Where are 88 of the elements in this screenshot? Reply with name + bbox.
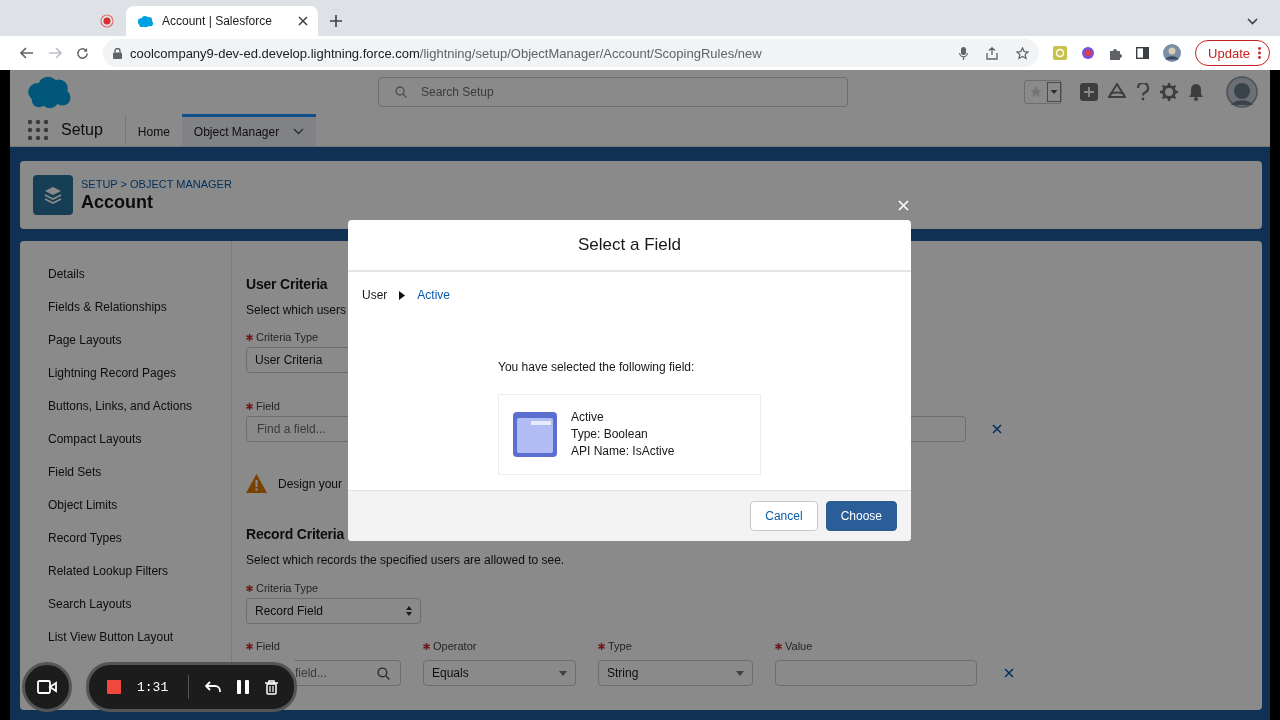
- sidebar-item[interactable]: Fields & Relationships: [20, 291, 231, 324]
- settings-icon[interactable]: [1160, 83, 1178, 101]
- field-label: Type: [608, 640, 632, 652]
- breadcrumb[interactable]: SETUP > OBJECT MANAGER: [81, 177, 232, 190]
- chevron-down-icon[interactable]: [1247, 18, 1258, 25]
- star-icon[interactable]: [1016, 46, 1030, 60]
- reload-icon[interactable]: [76, 46, 89, 60]
- api-name: API Name: IsActive: [571, 443, 675, 460]
- sidebar-item[interactable]: Record Types: [20, 522, 231, 555]
- updown-arrows-icon: [406, 606, 412, 616]
- video-camera-icon: [37, 680, 57, 694]
- field-name: Active: [571, 409, 605, 426]
- close-icon[interactable]: [298, 16, 308, 26]
- sidebar-item[interactable]: Related Lookup Filters: [20, 555, 231, 588]
- folder-icon: [513, 412, 557, 457]
- caret-down-icon: [559, 670, 567, 676]
- puzzle-icon[interactable]: [1109, 46, 1123, 60]
- section-title: Record Criteria: [246, 525, 345, 543]
- dialog-title: Select a Field: [348, 220, 911, 272]
- operator-select[interactable]: Equals: [423, 660, 576, 686]
- field-label: Field: [256, 640, 280, 652]
- address-bar[interactable]: coolcompany9-dev-ed.develop.lightning.force.com/lightning/setup/ObjectManager/Account/ScopingRules/new: [103, 39, 1040, 67]
- chevron-down-icon: [293, 128, 305, 135]
- field-type: Type: Boolean: [571, 426, 649, 443]
- caret-down-icon: [1047, 82, 1061, 102]
- more-vertical-icon: [1258, 47, 1261, 59]
- criteria-type-select[interactable]: Record Field: [246, 598, 421, 624]
- nav-tab[interactable]: Home: [125, 114, 182, 146]
- favorites-control[interactable]: [1024, 80, 1062, 104]
- back-arrow-icon[interactable]: [20, 47, 34, 59]
- avatar-icon[interactable]: [1163, 44, 1182, 62]
- field-label: Field: [256, 400, 280, 412]
- cloud-icon: [136, 14, 154, 28]
- triangle-right-icon: [399, 290, 406, 300]
- bell-icon[interactable]: [1188, 83, 1204, 101]
- section-description: Select which records the specified users are allowed to see.: [246, 553, 565, 567]
- field-search-input[interactable]: field...: [294, 660, 401, 686]
- caret-down-icon: [736, 670, 744, 676]
- trash-icon[interactable]: [265, 679, 279, 695]
- recording-time: 1:31: [137, 679, 169, 695]
- field-link[interactable]: Active: [417, 288, 451, 302]
- flower-icon[interactable]: [1081, 46, 1096, 60]
- selection-message: You have selected the following field:: [498, 360, 696, 374]
- remove-icon[interactable]: [992, 424, 1002, 434]
- record-icon: [100, 14, 114, 28]
- value-input[interactable]: [775, 660, 977, 686]
- nav-tab[interactable]: Object Manager: [181, 114, 317, 146]
- sidebar-item[interactable]: Lightning Record Pages: [20, 357, 231, 390]
- search-icon: [377, 666, 390, 680]
- warning-icon: [246, 474, 267, 493]
- layers-icon: [44, 186, 62, 204]
- microphone-icon[interactable]: [959, 46, 969, 60]
- section-title: User Criteria: [246, 275, 328, 293]
- search-icon: [395, 86, 407, 98]
- warning-text: Design your: [278, 476, 343, 491]
- choose-button[interactable]: Choose: [825, 501, 897, 531]
- update-button[interactable]: Update: [1195, 40, 1270, 66]
- sidebar-item[interactable]: Buttons, Links, and Actions: [20, 390, 231, 423]
- field-label: Value: [785, 640, 813, 652]
- section-description: Select which users: [246, 303, 347, 317]
- page-title: Account: [81, 191, 154, 213]
- cancel-button[interactable]: Cancel: [750, 501, 818, 531]
- sidebar-item[interactable]: Object Limits: [20, 489, 231, 522]
- app-launcher-icon[interactable]: [28, 120, 48, 140]
- undo-icon[interactable]: [205, 681, 222, 693]
- field-label: Criteria Type: [256, 331, 319, 343]
- field-label: Operator: [433, 640, 477, 652]
- browser-tab[interactable]: Account | Salesforce: [126, 6, 318, 36]
- plus-icon[interactable]: [1080, 83, 1098, 101]
- sidebar-icon[interactable]: [1136, 47, 1150, 59]
- sidebar-item[interactable]: Compact Layouts: [20, 423, 231, 456]
- trailhead-icon[interactable]: [1108, 83, 1126, 101]
- app-name: Setup: [48, 115, 126, 145]
- search-field[interactable]: Search Setup: [378, 77, 848, 107]
- operator-select[interactable]: String: [598, 660, 753, 686]
- path-item[interactable]: User: [362, 288, 388, 302]
- help-icon[interactable]: [1136, 83, 1150, 101]
- sidebar-item[interactable]: List View Button Layout: [20, 621, 231, 654]
- share-icon[interactable]: [986, 46, 999, 60]
- sidebar-item[interactable]: Search Layouts: [20, 588, 231, 621]
- sidebar-item[interactable]: Field Sets: [20, 456, 231, 489]
- pause-icon[interactable]: [237, 680, 250, 694]
- sidebar-item[interactable]: Details: [20, 258, 231, 291]
- remove-icon[interactable]: [1004, 668, 1014, 678]
- field-label: Criteria Type: [256, 582, 319, 594]
- sidebar-item[interactable]: Page Layouts: [20, 324, 231, 357]
- lock-icon: [113, 47, 122, 59]
- new-tab-icon[interactable]: [330, 15, 342, 27]
